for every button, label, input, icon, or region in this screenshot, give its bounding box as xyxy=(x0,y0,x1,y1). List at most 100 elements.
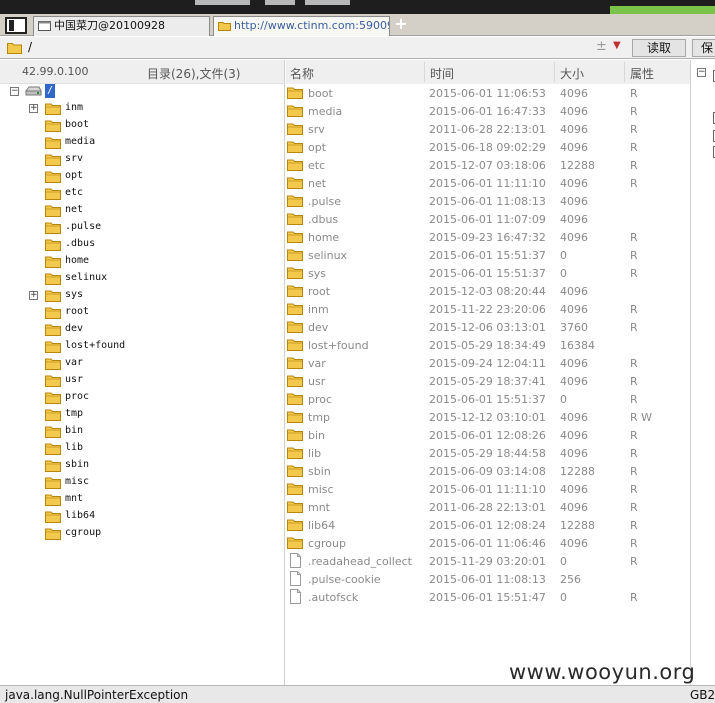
tree-item[interactable]: .dbus xyxy=(0,237,285,254)
tree-item[interactable]: opt xyxy=(0,169,285,186)
tree-item[interactable]: bin xyxy=(0,424,285,441)
column-name[interactable]: 名称 xyxy=(290,65,314,83)
file-size: 4096 xyxy=(560,105,588,118)
file-time: 2015-12-06 03:13:01 xyxy=(429,321,546,334)
file-row[interactable]: misc 2015-06-01 11:11:10 4096 R xyxy=(286,481,690,499)
file-size: 3760 xyxy=(560,321,588,334)
file-attr: R xyxy=(630,519,638,532)
tree-item[interactable]: srv xyxy=(0,152,285,169)
file-attr: R W xyxy=(630,411,653,424)
chevron-down-icon[interactable]: ▼ xyxy=(613,40,621,51)
encoding-indicator: GB2 xyxy=(690,688,715,702)
folder-icon xyxy=(287,338,303,354)
file-row[interactable]: selinux 2015-06-01 15:51:37 0 R xyxy=(286,247,690,265)
file-row[interactable]: var 2015-09-24 12:04:11 4096 R xyxy=(286,355,690,373)
file-name: home xyxy=(308,231,340,244)
file-row[interactable]: sys 2015-06-01 15:51:37 0 R xyxy=(286,265,690,283)
tree-item[interactable]: net xyxy=(0,203,285,220)
file-time: 2015-09-24 12:04:11 xyxy=(429,357,546,370)
file-row[interactable]: usr 2015-05-29 18:37:41 4096 R xyxy=(286,373,690,391)
file-row[interactable]: .pulse 2015-06-01 11:08:13 4096 xyxy=(286,193,690,211)
file-row[interactable]: bin 2015-06-01 12:08:26 4096 R xyxy=(286,427,690,445)
file-row[interactable]: media 2015-06-01 16:47:33 4096 R xyxy=(286,103,690,121)
column-divider[interactable] xyxy=(424,62,425,82)
new-tab-button[interactable]: + xyxy=(394,15,408,33)
dir-file-count: 目录(26),文件(3) xyxy=(147,67,241,81)
file-row[interactable]: net 2015-06-01 11:11:10 4096 R xyxy=(286,175,690,193)
tree-item[interactable]: root xyxy=(0,305,285,322)
file-row[interactable]: sbin 2015-06-09 03:14:08 12288 R xyxy=(286,463,690,481)
server-ip: 42.99.0.100 xyxy=(22,65,89,78)
folder-icon xyxy=(45,459,61,475)
read-button[interactable]: 读取 xyxy=(632,39,686,57)
tab-chopper[interactable]: 中国菜刀@20100928 xyxy=(33,16,210,36)
tree-item[interactable]: lib64 xyxy=(0,509,285,526)
expand-icon[interactable]: + xyxy=(29,104,38,113)
file-row[interactable]: proc 2015-06-01 15:51:37 0 R xyxy=(286,391,690,409)
tree-item[interactable]: tmp xyxy=(0,407,285,424)
column-divider[interactable] xyxy=(624,62,625,82)
tree-item[interactable]: + inm xyxy=(0,101,285,118)
tree-item[interactable]: cgroup xyxy=(0,526,285,543)
column-attr[interactable]: 属性 xyxy=(630,65,654,83)
tree-item[interactable]: selinux xyxy=(0,271,285,288)
file-row[interactable]: cgroup 2015-06-01 11:06:46 4096 R xyxy=(286,535,690,553)
file-row[interactable]: .autofsck 2015-06-01 15:51:47 0 R xyxy=(286,589,690,607)
tree-item[interactable]: var xyxy=(0,356,285,373)
file-name: lib xyxy=(308,447,322,460)
file-name: sys xyxy=(308,267,326,280)
file-time: 2015-12-03 08:20:44 xyxy=(429,285,546,298)
column-time[interactable]: 时间 xyxy=(430,65,454,83)
tree-item[interactable]: misc xyxy=(0,475,285,492)
tree-item[interactable]: usr xyxy=(0,373,285,390)
file-row[interactable]: .dbus 2015-06-01 11:07:09 4096 xyxy=(286,211,690,229)
tree-item[interactable]: etc xyxy=(0,186,285,203)
tree-item[interactable]: + sys xyxy=(0,288,285,305)
tree-item[interactable]: home xyxy=(0,254,285,271)
tree-root-selected[interactable]: / xyxy=(45,84,56,98)
file-row[interactable]: dev 2015-12-06 03:13:01 3760 R xyxy=(286,319,690,337)
file-size: 4096 xyxy=(560,123,588,136)
file-row[interactable]: srv 2011-06-28 22:13:01 4096 R xyxy=(286,121,690,139)
file-size: 0 xyxy=(560,555,567,568)
sidebar-toggle-button[interactable] xyxy=(5,17,27,34)
file-row[interactable]: tmp 2015-12-12 03:10:01 4096 R W xyxy=(286,409,690,427)
tree-header: 42.99.0.100 目录(26),文件(3) xyxy=(0,60,284,84)
file-row[interactable]: root 2015-12-03 08:20:44 4096 xyxy=(286,283,690,301)
tree-item[interactable]: mnt xyxy=(0,492,285,509)
tab-url[interactable]: http://www.ctinm.com:59009... xyxy=(213,16,390,36)
tree-item[interactable]: proc xyxy=(0,390,285,407)
file-row[interactable]: mnt 2011-06-28 22:13:01 4096 R xyxy=(286,499,690,517)
tree-item-label: sbin xyxy=(65,459,90,470)
file-row[interactable]: lib64 2015-06-01 12:08:24 12288 R xyxy=(286,517,690,535)
tree-item[interactable]: media xyxy=(0,135,285,152)
file-row[interactable]: .pulse-cookie 2015-06-01 11:08:13 256 xyxy=(286,571,690,589)
file-row[interactable]: lib 2015-05-29 18:44:58 4096 R xyxy=(286,445,690,463)
column-size[interactable]: 大小 xyxy=(560,65,584,83)
tree-item[interactable]: sbin xyxy=(0,458,285,475)
collapse-icon[interactable]: − xyxy=(10,87,19,96)
file-row[interactable]: etc 2015-12-07 03:18:06 12288 R xyxy=(286,157,690,175)
folder-icon xyxy=(287,536,303,552)
folder-icon xyxy=(287,248,303,264)
file-size: 12288 xyxy=(560,159,595,172)
folder-icon xyxy=(45,340,61,356)
expand-icon[interactable]: + xyxy=(29,291,38,300)
file-row[interactable]: boot 2015-06-01 11:06:53 4096 R xyxy=(286,85,690,103)
tree-item[interactable]: .pulse xyxy=(0,220,285,237)
file-name: .readahead_collect xyxy=(308,555,412,568)
file-row[interactable]: .readahead_collect 2015-11-29 03:20:01 0 R xyxy=(286,553,690,571)
tree-item[interactable]: boot xyxy=(0,118,285,135)
tree-item[interactable]: dev xyxy=(0,322,285,339)
tree-item[interactable]: lib xyxy=(0,441,285,458)
plus-minus-icon[interactable]: ± xyxy=(596,39,607,54)
tree-item[interactable]: lost+found xyxy=(0,339,285,356)
file-row[interactable]: inm 2015-11-22 23:20:06 4096 R xyxy=(286,301,690,319)
path-input[interactable]: / xyxy=(28,40,32,54)
file-row[interactable]: lost+found 2015-05-29 18:34:49 16384 xyxy=(286,337,690,355)
collapse-icon[interactable]: − xyxy=(697,68,706,77)
file-row[interactable]: opt 2015-06-18 09:02:29 4096 R xyxy=(286,139,690,157)
column-divider[interactable] xyxy=(554,62,555,82)
save-button[interactable]: 保 xyxy=(692,39,715,57)
file-row[interactable]: home 2015-09-23 16:47:32 4096 R xyxy=(286,229,690,247)
